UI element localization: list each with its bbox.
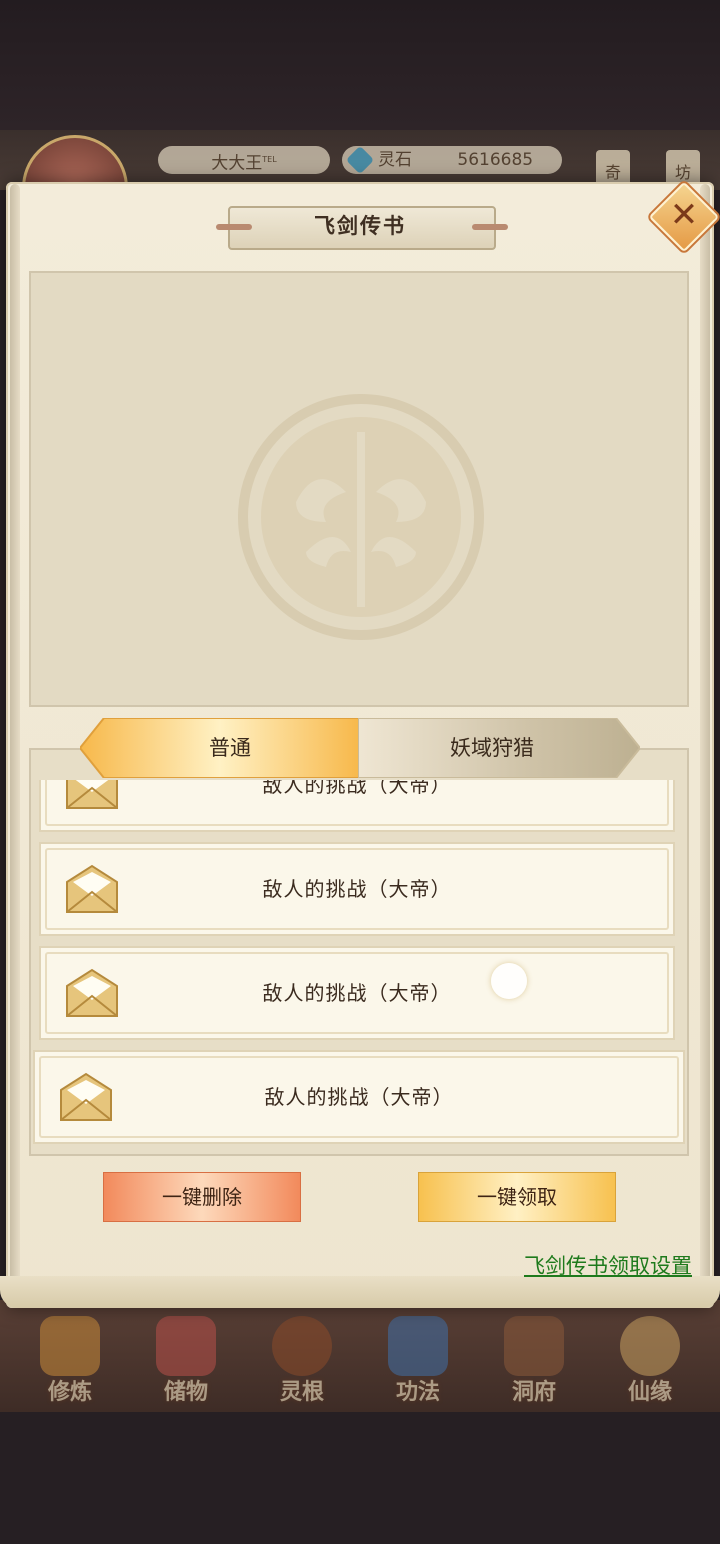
bottom-background xyxy=(0,1412,720,1544)
envelope-icon xyxy=(60,1072,112,1121)
touch-indicator xyxy=(491,963,527,999)
mail-item[interactable]: 敌人的挑战（大帝） xyxy=(39,946,675,1040)
currency-display: 灵石 5616685 xyxy=(342,145,562,175)
mail-item[interactable]: 敌人的挑战（大帝） xyxy=(39,842,675,936)
nav-cultivate[interactable]: 修炼 xyxy=(20,1310,120,1410)
cave-house-icon xyxy=(504,1316,564,1376)
delete-all-button[interactable]: 一键删除 xyxy=(103,1172,301,1222)
meditating-figure-icon xyxy=(40,1316,100,1376)
pouch-icon xyxy=(156,1316,216,1376)
claim-all-button[interactable]: 一键领取 xyxy=(418,1172,616,1222)
scroll-book-icon xyxy=(388,1316,448,1376)
nav-storage[interactable]: 储物 xyxy=(136,1310,236,1410)
envelope-icon xyxy=(66,780,118,809)
mail-title: 敌人的挑战（大帝） xyxy=(264,1085,454,1109)
dialog-title: 飞剑传书 xyxy=(314,214,406,238)
spirit-root-icon xyxy=(272,1316,332,1376)
nav-spirit-root[interactable]: 灵根 xyxy=(252,1310,352,1410)
mail-list[interactable]: 敌人的挑战（大帝） 敌人的挑战（大帝） 敌人的挑战（大帝） 敌人的挑战（大帝） xyxy=(33,780,685,1150)
mail-item[interactable]: 敌人的挑战（大帝） xyxy=(33,1050,685,1144)
claim-settings-link[interactable]: 飞剑传书领取设置 xyxy=(500,1250,692,1282)
scroll-rod-left xyxy=(10,184,20,1304)
mail-item[interactable]: 敌人的挑战（大帝） xyxy=(39,780,675,832)
mail-title: 敌人的挑战（大帝） xyxy=(262,780,452,797)
nav-techniques[interactable]: 功法 xyxy=(368,1310,468,1410)
envelope-icon xyxy=(66,968,118,1017)
nav-cave[interactable]: 洞府 xyxy=(484,1310,584,1410)
mail-title: 敌人的挑战（大帝） xyxy=(262,877,452,901)
close-icon[interactable]: ✕ xyxy=(659,192,709,242)
scroll-rod-right xyxy=(700,184,710,1304)
top-background xyxy=(0,0,720,130)
gourd-icon xyxy=(620,1316,680,1376)
nav-fate[interactable]: 仙缘 xyxy=(600,1310,700,1410)
player-name: 大大王TEL xyxy=(158,146,330,174)
cloud-emblem-icon xyxy=(238,394,484,640)
tab-demon-hunt-label: 妖域狩猎 xyxy=(450,736,534,760)
spirit-stone-icon xyxy=(345,145,375,175)
envelope-icon xyxy=(66,864,118,913)
tab-normal-label: 普通 xyxy=(209,736,251,760)
